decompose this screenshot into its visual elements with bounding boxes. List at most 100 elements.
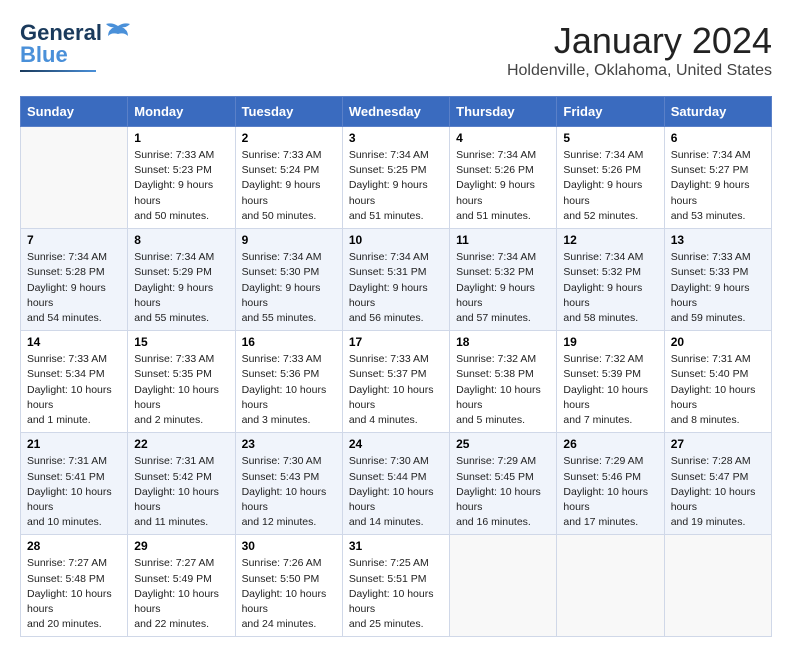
calendar-cell: 19 Sunrise: 7:32 AMSunset: 5:39 PMDayligh… (557, 331, 664, 433)
calendar-cell (21, 127, 128, 229)
day-info: Sunrise: 7:34 AMSunset: 5:26 PMDaylight:… (563, 148, 657, 224)
calendar-cell: 28Sunrise: 7:27 AMSunset: 5:48 PMDayligh… (21, 535, 128, 637)
calendar-cell: 21 Sunrise: 7:31 AMSunset: 5:41 PMDayligh… (21, 433, 128, 535)
calendar-cell (557, 535, 664, 637)
calendar-cell (664, 535, 771, 637)
calendar-week-row: 28Sunrise: 7:27 AMSunset: 5:48 PMDayligh… (21, 535, 772, 637)
calendar-cell: 17Sunrise: 7:33 AMSunset: 5:37 PMDayligh… (342, 331, 449, 433)
day-info: Sunrise: 7:33 AMSunset: 5:35 PMDaylight:… (134, 352, 228, 428)
day-number: 18 (456, 335, 550, 349)
day-info: Sunrise: 7:31 AMSunset: 5:41 PMDaylight:… (27, 454, 121, 530)
calendar-cell: 16 Sunrise: 7:33 AMSunset: 5:36 PMDayligh… (235, 331, 342, 433)
day-number: 6 (671, 131, 765, 145)
calendar-header-row: Sunday Monday Tuesday Wednesday Thursday… (21, 97, 772, 127)
day-info: Sunrise: 7:31 AMSunset: 5:40 PMDaylight:… (671, 352, 765, 428)
day-info: Sunrise: 7:34 AMSunset: 5:27 PMDaylight:… (671, 148, 765, 224)
calendar-cell: 3 Sunrise: 7:34 AMSunset: 5:25 PMDaylight… (342, 127, 449, 229)
day-info: Sunrise: 7:34 AMSunset: 5:26 PMDaylight:… (456, 148, 550, 224)
day-number: 26 (563, 437, 657, 451)
day-info: Sunrise: 7:25 AMSunset: 5:51 PMDaylight:… (349, 556, 443, 632)
calendar-week-row: 7 Sunrise: 7:34 AMSunset: 5:28 PMDaylight… (21, 229, 772, 331)
col-friday: Friday (557, 97, 664, 127)
day-number: 25 (456, 437, 550, 451)
day-number: 9 (242, 233, 336, 247)
day-info: Sunrise: 7:34 AMSunset: 5:29 PMDaylight:… (134, 250, 228, 326)
day-number: 23 (242, 437, 336, 451)
day-number: 13 (671, 233, 765, 247)
day-info: Sunrise: 7:33 AMSunset: 5:37 PMDaylight:… (349, 352, 443, 428)
day-number: 4 (456, 131, 550, 145)
day-number: 3 (349, 131, 443, 145)
day-number: 2 (242, 131, 336, 145)
day-number: 1 (134, 131, 228, 145)
calendar-cell: 4 Sunrise: 7:34 AMSunset: 5:26 PMDaylight… (450, 127, 557, 229)
day-number: 28 (27, 539, 121, 553)
col-monday: Monday (128, 97, 235, 127)
col-thursday: Thursday (450, 97, 557, 127)
calendar-cell: 2 Sunrise: 7:33 AMSunset: 5:24 PMDaylight… (235, 127, 342, 229)
calendar-week-row: 21 Sunrise: 7:31 AMSunset: 5:41 PMDayligh… (21, 433, 772, 535)
day-number: 20 (671, 335, 765, 349)
calendar-cell: 15 Sunrise: 7:33 AMSunset: 5:35 PMDayligh… (128, 331, 235, 433)
col-saturday: Saturday (664, 97, 771, 127)
day-number: 10 (349, 233, 443, 247)
day-info: Sunrise: 7:30 AMSunset: 5:43 PMDaylight:… (242, 454, 336, 530)
calendar-cell: 7 Sunrise: 7:34 AMSunset: 5:28 PMDaylight… (21, 229, 128, 331)
day-number: 16 (242, 335, 336, 349)
calendar-cell: 5 Sunrise: 7:34 AMSunset: 5:26 PMDaylight… (557, 127, 664, 229)
day-info: Sunrise: 7:32 AMSunset: 5:39 PMDaylight:… (563, 352, 657, 428)
day-info: Sunrise: 7:26 AMSunset: 5:50 PMDaylight:… (242, 556, 336, 632)
calendar-cell: 29 Sunrise: 7:27 AMSunset: 5:49 PMDayligh… (128, 535, 235, 637)
subtitle: Holdenville, Oklahoma, United States (507, 62, 772, 80)
calendar-cell: 24 Sunrise: 7:30 AMSunset: 5:44 PMDayligh… (342, 433, 449, 535)
day-number: 19 (563, 335, 657, 349)
day-info: Sunrise: 7:32 AMSunset: 5:38 PMDaylight:… (456, 352, 550, 428)
day-number: 8 (134, 233, 228, 247)
day-number: 15 (134, 335, 228, 349)
day-info: Sunrise: 7:27 AMSunset: 5:49 PMDaylight:… (134, 556, 228, 632)
day-number: 11 (456, 233, 550, 247)
day-number: 5 (563, 131, 657, 145)
calendar-cell: 25Sunrise: 7:29 AMSunset: 5:45 PMDayligh… (450, 433, 557, 535)
day-info: Sunrise: 7:33 AMSunset: 5:23 PMDaylight:… (134, 148, 228, 224)
day-number: 21 (27, 437, 121, 451)
day-number: 31 (349, 539, 443, 553)
day-info: Sunrise: 7:28 AMSunset: 5:47 PMDaylight:… (671, 454, 765, 530)
day-info: Sunrise: 7:33 AMSunset: 5:24 PMDaylight:… (242, 148, 336, 224)
calendar-cell: 27 Sunrise: 7:28 AMSunset: 5:47 PMDayligh… (664, 433, 771, 535)
day-info: Sunrise: 7:30 AMSunset: 5:44 PMDaylight:… (349, 454, 443, 530)
logo-blue-text: Blue (20, 42, 68, 68)
day-info: Sunrise: 7:34 AMSunset: 5:30 PMDaylight:… (242, 250, 336, 326)
calendar-cell: 18 Sunrise: 7:32 AMSunset: 5:38 PMDayligh… (450, 331, 557, 433)
calendar-week-row: 14 Sunrise: 7:33 AMSunset: 5:34 PMDayligh… (21, 331, 772, 433)
calendar-cell: 10 Sunrise: 7:34 AMSunset: 5:31 PMDayligh… (342, 229, 449, 331)
calendar-cell: 6 Sunrise: 7:34 AMSunset: 5:27 PMDaylight… (664, 127, 771, 229)
calendar-cell: 11 Sunrise: 7:34 AMSunset: 5:32 PMDayligh… (450, 229, 557, 331)
calendar-cell: 13 Sunrise: 7:33 AMSunset: 5:33 PMDayligh… (664, 229, 771, 331)
day-info: Sunrise: 7:31 AMSunset: 5:42 PMDaylight:… (134, 454, 228, 530)
day-number: 14 (27, 335, 121, 349)
calendar-cell: 30Sunrise: 7:26 AMSunset: 5:50 PMDayligh… (235, 535, 342, 637)
day-info: Sunrise: 7:33 AMSunset: 5:33 PMDaylight:… (671, 250, 765, 326)
day-number: 22 (134, 437, 228, 451)
calendar-cell: 9 Sunrise: 7:34 AMSunset: 5:30 PMDaylight… (235, 229, 342, 331)
day-info: Sunrise: 7:29 AMSunset: 5:46 PMDaylight:… (563, 454, 657, 530)
col-wednesday: Wednesday (342, 97, 449, 127)
calendar-cell: 12Sunrise: 7:34 AMSunset: 5:32 PMDayligh… (557, 229, 664, 331)
calendar-cell: 20 Sunrise: 7:31 AMSunset: 5:40 PMDayligh… (664, 331, 771, 433)
day-info: Sunrise: 7:33 AMSunset: 5:34 PMDaylight:… (27, 352, 121, 428)
day-number: 27 (671, 437, 765, 451)
day-number: 29 (134, 539, 228, 553)
day-info: Sunrise: 7:34 AMSunset: 5:28 PMDaylight:… (27, 250, 121, 326)
day-info: Sunrise: 7:34 AMSunset: 5:31 PMDaylight:… (349, 250, 443, 326)
calendar-cell: 26 Sunrise: 7:29 AMSunset: 5:46 PMDayligh… (557, 433, 664, 535)
day-info: Sunrise: 7:33 AMSunset: 5:36 PMDaylight:… (242, 352, 336, 428)
day-info: Sunrise: 7:34 AMSunset: 5:25 PMDaylight:… (349, 148, 443, 224)
day-number: 7 (27, 233, 121, 247)
page-header: General Blue January 2024 Holdenville, O… (20, 20, 772, 80)
calendar-cell: 1 Sunrise: 7:33 AMSunset: 5:23 PMDaylight… (128, 127, 235, 229)
day-info: Sunrise: 7:34 AMSunset: 5:32 PMDaylight:… (456, 250, 550, 326)
day-number: 24 (349, 437, 443, 451)
logo-bird-icon (104, 22, 132, 44)
col-tuesday: Tuesday (235, 97, 342, 127)
